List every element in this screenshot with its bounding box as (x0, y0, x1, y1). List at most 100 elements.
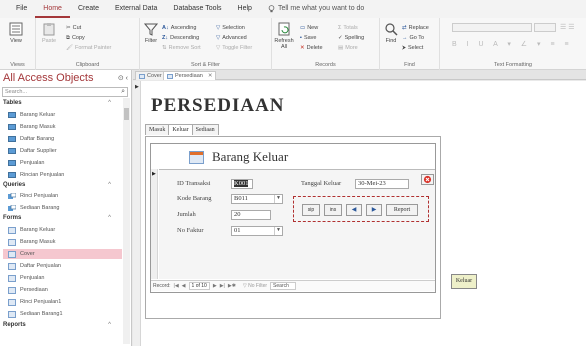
spelling-button[interactable]: ✓ Spelling (338, 34, 364, 42)
menu-create[interactable]: Create (70, 0, 107, 18)
nav-title[interactable]: All Access Objects (3, 72, 93, 84)
font-name-box[interactable] (452, 23, 532, 32)
nav-item[interactable]: Sediaan Barang (8, 203, 122, 213)
keluar-button[interactable]: Keluar (451, 274, 477, 289)
save-record-button[interactable]: sip (302, 204, 320, 216)
list-icons[interactable]: ☰ ☰ (560, 23, 575, 31)
form-icon (8, 238, 16, 246)
previous-record-icon[interactable]: ◀ (182, 283, 186, 289)
toggle-filter-button[interactable]: ▽ Toggle Filter (216, 44, 252, 52)
filter-button[interactable]: Filter (144, 22, 158, 44)
new-record-button[interactable]: ins (324, 204, 342, 216)
tab-sediaan[interactable]: Sediaan (191, 124, 219, 135)
nav-search-input[interactable]: Search... ⌕ (2, 87, 128, 97)
kode-barang-combo[interactable]: B011 ▼ (231, 194, 283, 204)
section-forms[interactable]: Forms ^ (3, 215, 121, 221)
section-reports[interactable]: Reports ^ (3, 322, 121, 328)
descending-button[interactable]: Z↓ Descending (162, 34, 199, 42)
jumlah-field[interactable]: 20 (231, 210, 271, 220)
nav-item[interactable]: Daftar Penjualan (8, 261, 122, 271)
nav-item-selected[interactable]: Cover (3, 249, 122, 259)
refresh-all-button[interactable]: Refresh All (274, 22, 294, 50)
no-filter-indicator[interactable]: ▽ No Filter (243, 283, 267, 289)
id-transaksi-field[interactable]: K001 (231, 179, 253, 189)
nav-item[interactable]: Barang Keluar (8, 110, 122, 120)
paste-button[interactable]: Paste (42, 22, 56, 44)
current-record-box[interactable]: 1 of 10 (188, 282, 210, 290)
copy-button[interactable]: ⧉ Copy (66, 34, 85, 42)
nav-item[interactable]: Rincian Penjualan (8, 170, 122, 180)
nav-scrollbar[interactable] (123, 98, 130, 344)
nav-item[interactable]: Barang Masuk (8, 122, 122, 132)
nav-item[interactable]: Rinci Penjualan (8, 191, 122, 201)
nav-item[interactable]: Rinci Penjualan1 (8, 297, 122, 307)
new-blank-record-icon[interactable]: ▶✱ (228, 283, 236, 289)
format-icons[interactable]: B I U A ▾ ∠ ▾ ≡ ≡ (452, 40, 573, 48)
chevron-down-icon[interactable]: ▼ (274, 195, 282, 203)
nav-item[interactable]: Barang Keluar (8, 225, 122, 235)
remove-sort-label: Remove Sort (168, 45, 201, 51)
records-group-label: Records (315, 62, 336, 68)
form-icon (8, 310, 16, 318)
cut-button[interactable]: ✂ Cut (66, 24, 81, 32)
section-tables[interactable]: Tables ^ (3, 100, 121, 106)
no-faktur-combo[interactable]: 01 ▼ (231, 226, 283, 236)
nav-item[interactable]: Sediaan Barang1 (8, 309, 122, 319)
remove-sort-button[interactable]: ⇅ Remove Sort (162, 44, 201, 52)
menu-file[interactable]: File (8, 0, 35, 18)
nav-item[interactable]: Penjualan (8, 158, 122, 168)
menu-external-data[interactable]: External Data (107, 0, 165, 18)
record-pointer-icon: ▶ (135, 84, 139, 90)
new-record-button[interactable]: ▭ New (300, 24, 318, 32)
find-button[interactable]: Find (384, 22, 398, 44)
advanced-button[interactable]: ▽ Advanced (216, 34, 247, 42)
nav-item[interactable]: Daftar Barang (8, 134, 122, 144)
next-record-icon[interactable]: ▶ (213, 283, 217, 289)
save-record-button[interactable]: ▪ Save (300, 34, 317, 42)
select-button[interactable]: ⮞ Select (402, 44, 423, 52)
nav-pane-controls[interactable]: ⊙ ‹ (118, 74, 128, 82)
totals-button[interactable]: Σ Totals (338, 24, 358, 32)
menu-home[interactable]: Home (35, 2, 70, 18)
section-queries[interactable]: Queries ^ (3, 182, 121, 188)
close-icon[interactable]: ✕ (208, 73, 213, 79)
selection-button[interactable]: ▽ Selection (216, 24, 245, 32)
view-button[interactable]: View (9, 22, 23, 44)
font-size-box[interactable] (534, 23, 556, 32)
chevron-down-icon[interactable]: ▼ (274, 227, 282, 235)
tab-control: Masuk Keluar Sediaan (145, 124, 219, 135)
previous-record-button[interactable]: ◀ (346, 204, 362, 216)
tab-persediaan[interactable]: Persediaan ✕ (163, 71, 217, 80)
nav-item[interactable]: Barang Masuk (8, 237, 122, 247)
goto-button[interactable]: → Go To (402, 34, 424, 42)
no-faktur-value: 01 (234, 227, 241, 234)
more-button[interactable]: ▤ More (338, 44, 358, 52)
menu-database-tools[interactable]: Database Tools (165, 0, 229, 18)
nav-item[interactable]: Penjualan (8, 273, 122, 283)
menu-help[interactable]: Help (230, 0, 260, 18)
replace-button[interactable]: ⇄ Replace (402, 24, 429, 32)
next-record-button[interactable]: ▶ (366, 204, 382, 216)
tanggal-keluar-field[interactable]: 30-Mei-23 (355, 179, 409, 189)
search-icon: ⌕ (121, 88, 125, 95)
tell-me-box[interactable]: Tell me what you want to do (260, 0, 372, 18)
form-icon (139, 73, 145, 79)
ascending-button[interactable]: A↓ Ascending (162, 24, 196, 32)
tab-keluar[interactable]: Keluar (168, 124, 193, 135)
record-selector[interactable]: ▶ (133, 81, 141, 346)
form-icon (167, 73, 173, 79)
record-search-input[interactable]: Search (270, 282, 296, 290)
copy-label: Copy (71, 35, 85, 41)
scroll-thumb[interactable] (124, 108, 129, 120)
first-record-icon[interactable]: |◀ (174, 283, 179, 289)
nav-item[interactable]: Daftar Supplier (8, 146, 122, 156)
delete-record-icon[interactable] (421, 174, 434, 185)
nav-item[interactable]: Persediaan (8, 285, 122, 295)
tab-masuk[interactable]: Masuk (145, 124, 170, 135)
report-button[interactable]: Report (386, 204, 418, 216)
last-record-icon[interactable]: ▶| (220, 283, 225, 289)
nav-item-label: Daftar Barang (20, 136, 55, 142)
subform-record-selector[interactable]: ▶ (151, 169, 158, 279)
delete-record-button[interactable]: ✕ Delete (300, 44, 323, 52)
format-painter-button[interactable]: 🖌 Format Painter (66, 44, 111, 52)
